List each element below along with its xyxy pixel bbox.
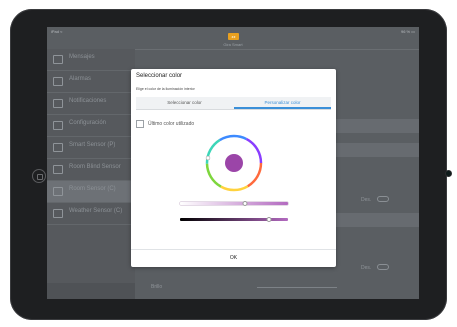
brightness-label: Brillo [151,284,163,290]
sidebar-item-label: Weather Sensor (C) [69,208,123,214]
background-toggle[interactable] [377,264,389,270]
settings-icon [53,121,63,130]
toggle-label: Des. [361,265,372,271]
home-button[interactable] [32,169,46,183]
sidebar-item-label: Room Blind Sensor [69,164,121,170]
brightness-slider-thumb[interactable] [266,217,272,222]
camera-dot [446,171,451,176]
sidebar-item-room-sensor[interactable]: Room Sensor (C) [47,181,135,203]
saturation-slider[interactable] [180,201,288,206]
sidebar-item-label: Smart Sensor (P) [69,142,116,148]
dialog-title: Seleccionar color [136,73,183,79]
sensor-icon [53,143,63,152]
alarm-icon [53,77,63,86]
notification-icon [53,99,63,108]
active-tab-indicator [234,107,331,109]
sidebar: Mensajes Alarmas Notificaciones Configur… [47,49,135,299]
brightness-slider[interactable] [180,217,288,222]
app-logo-icon: zz [228,33,239,40]
last-color-label: Último color utilizado [148,121,195,127]
sensor-icon [53,187,63,196]
sidebar-item-room-blind-sensor[interactable]: Room Blind Sensor [47,159,135,181]
sidebar-footer [47,283,135,299]
saturation-slider-thumb[interactable] [242,201,248,206]
top-bar: zz Gira Smart [47,27,419,50]
sidebar-item-notificaciones[interactable]: Notificaciones [47,93,135,115]
messages-icon [53,55,63,64]
sidebar-item-mensajes[interactable]: Mensajes [47,49,135,71]
background-toggle[interactable] [377,196,389,202]
hue-ring-handle[interactable] [205,155,211,161]
sidebar-item-label: Notificaciones [69,98,107,104]
tab-bar: Seleccionar color Personalizar color [136,97,331,110]
sidebar-item-alarmas[interactable]: Alarmas [47,71,135,93]
tab-select-color[interactable]: Seleccionar color [136,97,233,109]
weather-icon [53,209,63,218]
last-color-checkbox[interactable] [136,120,144,128]
dialog-subtitle: Elige el color de la iluminación interio… [136,87,195,91]
background-slider[interactable] [257,287,337,288]
ok-button[interactable]: OK [131,250,336,267]
selected-color-swatch [225,154,243,172]
sidebar-item-label: Mensajes [69,54,95,60]
sidebar-item-label: Alarmas [69,76,92,82]
sidebar-item-configuracion[interactable]: Configuración [47,115,135,137]
sidebar-item-weather-sensor[interactable]: Weather Sensor (C) [47,203,135,225]
color-picker-dialog: Seleccionar color Elige el color de la i… [131,69,336,267]
color-wheel[interactable] [203,132,265,194]
sidebar-item-smart-sensor[interactable]: Smart Sensor (P) [47,137,135,159]
toggle-label: Des. [361,197,372,203]
sidebar-item-label: Configuración [69,120,107,126]
app-title: Gira Smart [223,42,243,47]
sidebar-item-label: Room Sensor (C) [69,186,116,192]
sensor-icon [53,165,63,174]
